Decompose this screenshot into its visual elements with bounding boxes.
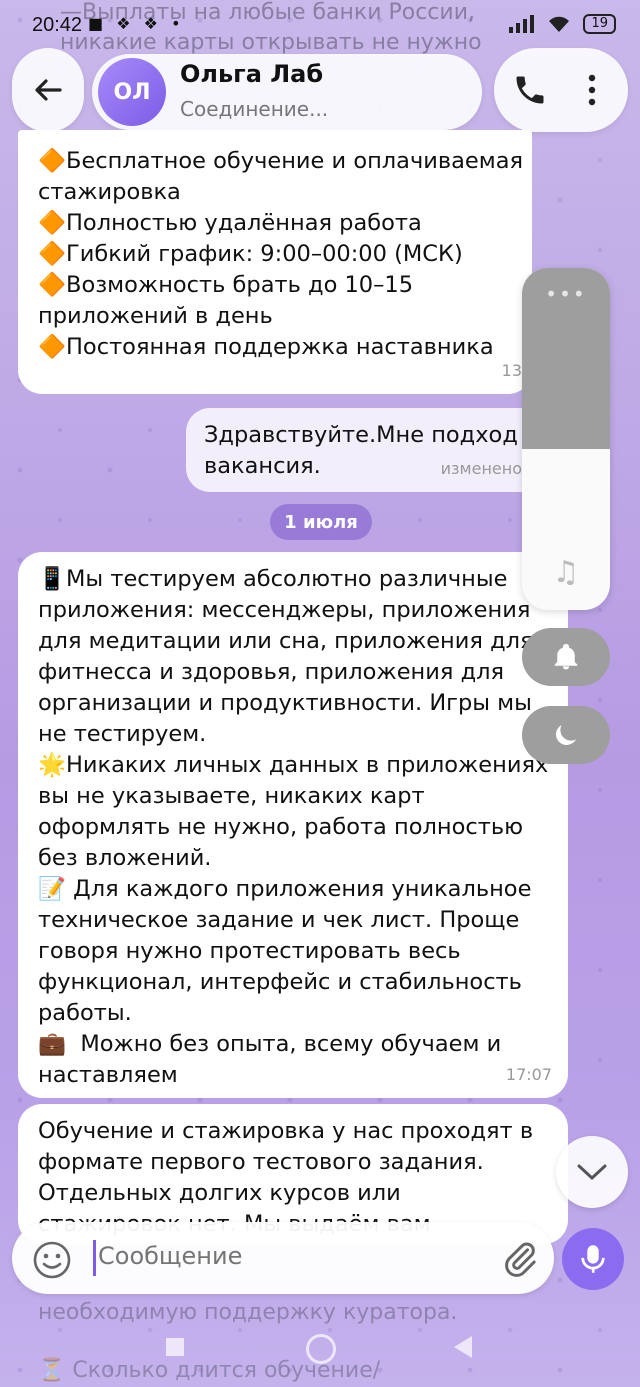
voice-record-button[interactable]: [562, 1228, 624, 1290]
system-icons: 19: [509, 14, 616, 34]
battery-icon: 19: [583, 14, 616, 34]
back-button[interactable]: [12, 48, 84, 132]
emoji-icon[interactable]: [32, 1240, 72, 1280]
scroll-down-button[interactable]: [556, 1136, 628, 1208]
status-bar: 20:42 ■ ❖ ❖ • 19: [0, 0, 640, 40]
date-separator: 1 июля: [270, 504, 372, 540]
ghost-message-bottom-1: необходимую поддержку куратора.: [38, 1300, 458, 1325]
message-time: 17:07: [505, 1065, 552, 1084]
connection-status: Соединение...: [180, 97, 329, 121]
text-cursor: [93, 1240, 96, 1276]
paperclip-icon[interactable]: [500, 1238, 540, 1280]
volume-more-icon[interactable]: •••: [522, 282, 610, 306]
bell-icon: [554, 643, 578, 670]
message-text: 🔶Бесплатное обучение и оплачиваемая стаж…: [38, 148, 524, 360]
wifi-icon: [549, 16, 570, 32]
chevron-down-icon: [577, 1164, 607, 1180]
system-back-button[interactable]: [454, 1336, 472, 1358]
contact-name: Ольга Лаб: [180, 60, 324, 88]
notification-icons: ■ ❖ ❖ •: [88, 14, 185, 33]
do-not-disturb-button[interactable]: [522, 706, 610, 764]
edited-label: изменено: [440, 459, 522, 478]
avatar[interactable]: ОЛ: [98, 58, 166, 126]
incoming-message[interactable]: 📱Мы тестируем абсолютно различные прилож…: [18, 552, 568, 1098]
message-time: 13: [501, 361, 522, 380]
arrow-left-icon: [35, 79, 62, 101]
signal-icon: [509, 15, 535, 33]
status-time: 20:42: [32, 14, 83, 36]
message-input[interactable]: [98, 1242, 478, 1270]
microphone-icon: [581, 1245, 605, 1273]
volume-slider[interactable]: ••• ♫: [522, 268, 610, 610]
moon-icon: [556, 725, 576, 745]
outgoing-message[interactable]: Здравствуйте.Мне подход вакансия. измене…: [186, 408, 532, 492]
more-vertical-icon[interactable]: [582, 72, 602, 108]
music-note-icon: ♫: [552, 555, 580, 590]
phone-icon[interactable]: [512, 72, 548, 108]
incoming-message[interactable]: 🔶Бесплатное обучение и оплачиваемая стаж…: [18, 130, 532, 394]
recent-apps-button[interactable]: [166, 1338, 184, 1356]
home-button[interactable]: [306, 1334, 336, 1364]
message-text: 📱Мы тестируем абсолютно различные прилож…: [38, 566, 549, 1088]
ring-mode-button[interactable]: [522, 628, 610, 686]
